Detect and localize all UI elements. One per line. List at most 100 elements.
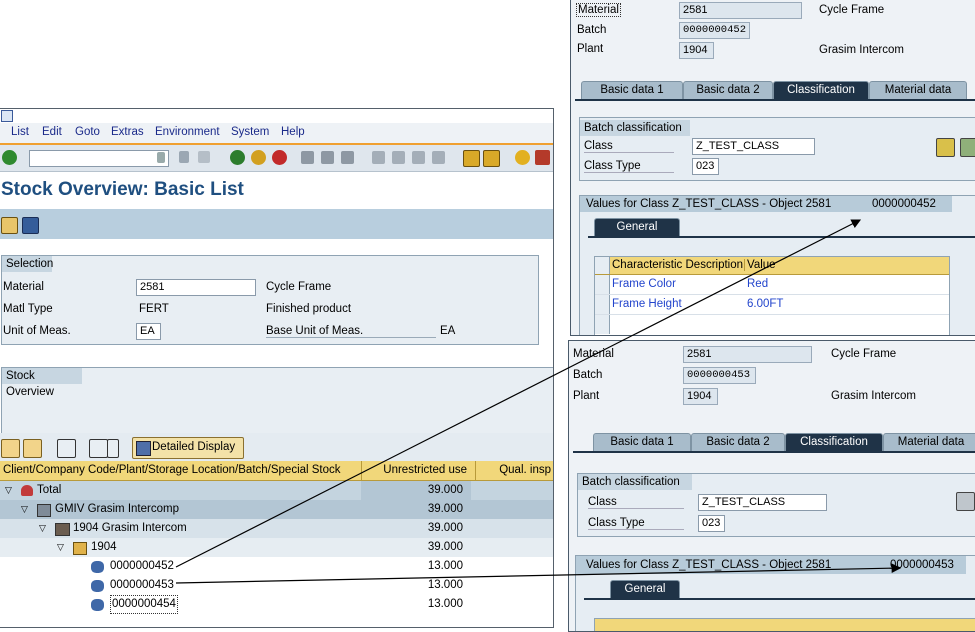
batch-classification-group: Batch classification Class Z_TEST_CLASS … bbox=[579, 117, 975, 181]
tab-material-data[interactable]: Material data bbox=[869, 81, 967, 99]
row-selector[interactable] bbox=[595, 275, 610, 294]
layout-menu-icon[interactable] bbox=[535, 150, 550, 165]
tab-classification[interactable]: Classification bbox=[773, 81, 869, 99]
next-icon[interactable] bbox=[960, 138, 975, 157]
plant-label: Plant bbox=[573, 390, 600, 402]
find-icon[interactable] bbox=[321, 151, 334, 164]
tab-basic-data-1[interactable]: Basic data 1 bbox=[593, 433, 691, 451]
command-dropdown-icon[interactable] bbox=[157, 152, 165, 163]
col-header-hierarchy[interactable]: Client/Company Code/Plant/Storage Locati… bbox=[3, 461, 357, 480]
menu-edit[interactable]: Edit bbox=[42, 126, 62, 138]
row-unrestricted: 13.000 bbox=[427, 560, 463, 572]
next-page-icon[interactable] bbox=[412, 151, 425, 164]
help-icon[interactable] bbox=[515, 150, 530, 165]
shortcut-icon[interactable] bbox=[483, 150, 500, 167]
detailed-display-button[interactable]: Detailed Display bbox=[132, 437, 244, 459]
detailed-display-label: Detailed Display bbox=[152, 441, 236, 453]
menu-environment[interactable]: Environment bbox=[155, 126, 220, 138]
col-header-qual-insp[interactable]: Qual. insp bbox=[475, 461, 553, 480]
table-row[interactable]: ▽ Total 39.000 bbox=[0, 481, 553, 500]
menu-goto[interactable]: Goto bbox=[75, 126, 100, 138]
check-icon[interactable] bbox=[956, 492, 975, 511]
exit-icon[interactable] bbox=[251, 150, 266, 165]
menu-extras[interactable]: Extras bbox=[111, 126, 144, 138]
char-col-header[interactable]: Characteristic Description bbox=[612, 259, 745, 271]
material-field[interactable]: 2581 bbox=[679, 2, 802, 19]
tab-material-data[interactable]: Material data bbox=[883, 433, 975, 451]
previous-page-icon[interactable] bbox=[392, 151, 405, 164]
table-row[interactable]: 0000000453 13.000 bbox=[0, 576, 553, 595]
cancel-icon[interactable] bbox=[272, 150, 287, 165]
material-field[interactable]: 2581 bbox=[136, 279, 256, 296]
print-icon[interactable] bbox=[301, 151, 314, 164]
binoculars-icon[interactable] bbox=[57, 439, 76, 458]
table-row[interactable]: ▽ 1904 Grasim Intercom 39.000 bbox=[0, 519, 553, 538]
menu-list[interactable]: List bbox=[11, 126, 29, 138]
collapse-icon[interactable] bbox=[23, 439, 42, 458]
tab-classification[interactable]: Classification bbox=[785, 433, 883, 451]
char-value[interactable]: 6.00FT bbox=[747, 298, 783, 310]
class-type-field[interactable]: 023 bbox=[698, 515, 725, 532]
window-menu-icon[interactable] bbox=[1, 110, 13, 122]
row-label: 0000000452 bbox=[110, 560, 174, 572]
tab-strip: Basic data 1 Basic data 2 Classification… bbox=[575, 79, 975, 101]
display-batch-icon[interactable] bbox=[1, 217, 18, 234]
row-selector[interactable] bbox=[595, 295, 610, 314]
first-page-icon[interactable] bbox=[372, 151, 385, 164]
print-list-icon[interactable] bbox=[89, 439, 108, 458]
tree-toggle-icon[interactable]: ▽ bbox=[21, 500, 28, 519]
base-unit-label: Base Unit of Meas. bbox=[266, 325, 436, 338]
material-field[interactable]: 2581 bbox=[683, 346, 812, 363]
tab-basic-data-2[interactable]: Basic data 2 bbox=[683, 81, 773, 99]
command-field[interactable] bbox=[29, 150, 169, 167]
menu-system[interactable]: System bbox=[231, 126, 269, 138]
table-row[interactable]: Frame Color Red bbox=[595, 275, 949, 295]
batch-field[interactable]: 0000000452 bbox=[679, 22, 750, 39]
table-row[interactable] bbox=[595, 315, 949, 334]
tab-strip: Basic data 1 Basic data 2 Classification… bbox=[573, 431, 975, 453]
batch-classification-group: Batch classification Class Z_TEST_CLASS … bbox=[577, 473, 975, 537]
tab-general[interactable]: General bbox=[610, 580, 680, 598]
create-session-icon[interactable] bbox=[463, 150, 480, 167]
plant-field[interactable]: 1904 bbox=[679, 42, 714, 59]
batch-field[interactable]: 0000000453 bbox=[683, 367, 756, 384]
tree-toggle-icon[interactable]: ▽ bbox=[57, 538, 64, 557]
tab-general[interactable]: General bbox=[594, 218, 680, 236]
base-unit-value: EA bbox=[440, 325, 456, 337]
unit-of-meas-field[interactable]: EA bbox=[136, 323, 161, 340]
enter-check-icon[interactable] bbox=[2, 150, 17, 165]
row-selector-header[interactable] bbox=[595, 257, 610, 274]
table-row[interactable]: ▽ 1904 39.000 bbox=[0, 538, 553, 557]
class-field[interactable]: Z_TEST_CLASS bbox=[692, 138, 815, 155]
title-bar: Stock Overview: Basic List bbox=[0, 173, 553, 205]
row-selector[interactable] bbox=[595, 315, 610, 334]
tree-toggle-icon[interactable]: ▽ bbox=[39, 519, 46, 538]
table-row[interactable]: ▽ GMIV Grasim Intercomp 39.000 bbox=[0, 500, 553, 519]
refresh-icon[interactable] bbox=[22, 217, 39, 234]
tab-basic-data-1[interactable]: Basic data 1 bbox=[581, 81, 683, 99]
col-header-unrestricted[interactable]: Unrestricted use bbox=[361, 461, 471, 480]
value-col-header[interactable]: Value bbox=[747, 259, 776, 271]
row-label: 0000000454 bbox=[110, 595, 178, 614]
print-dropdown-icon[interactable] bbox=[107, 439, 119, 458]
menu-help[interactable]: Help bbox=[281, 126, 305, 138]
class-field[interactable]: Z_TEST_CLASS bbox=[698, 494, 827, 511]
last-page-icon[interactable] bbox=[432, 151, 445, 164]
tab-basic-data-2[interactable]: Basic data 2 bbox=[691, 433, 785, 451]
plant-field[interactable]: 1904 bbox=[683, 388, 718, 405]
tree-toggle-icon[interactable]: ▽ bbox=[5, 481, 12, 500]
back-icon[interactable] bbox=[230, 150, 245, 165]
company-icon bbox=[37, 504, 51, 517]
tree-toolbar: Detailed Display bbox=[0, 433, 553, 461]
expand-icon[interactable] bbox=[1, 439, 20, 458]
arrow-left-icon[interactable] bbox=[179, 151, 189, 163]
char-value[interactable]: Red bbox=[747, 278, 768, 290]
check-icon[interactable] bbox=[936, 138, 955, 157]
table-row[interactable]: Frame Height 6.00FT bbox=[595, 295, 949, 315]
class-type-field[interactable]: 023 bbox=[692, 158, 719, 175]
table-row[interactable]: 0000000454 13.000 bbox=[0, 595, 553, 614]
table-row[interactable]: 0000000452 13.000 bbox=[0, 557, 553, 576]
save-icon[interactable] bbox=[198, 151, 210, 163]
batch-icon bbox=[91, 580, 104, 592]
find-next-icon[interactable] bbox=[341, 151, 354, 164]
